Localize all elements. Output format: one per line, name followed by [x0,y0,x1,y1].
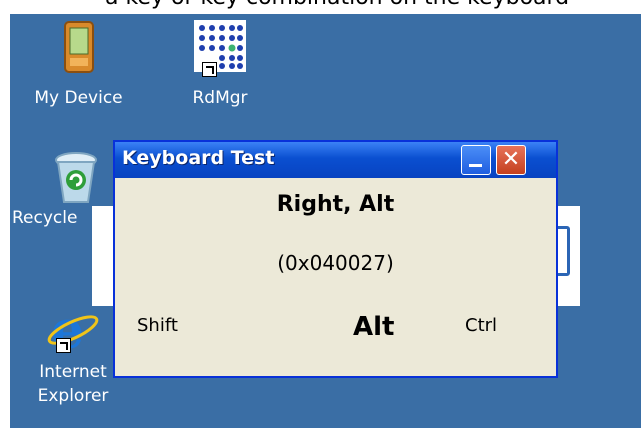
close-icon: ✕ [501,147,521,172]
top-cropped-text: a key or key combination on the keyboard [0,0,641,14]
desktop-icon-label: RdMgr [192,88,248,108]
pda-device-icon [63,21,94,73]
desktop-icon-internet-explorer[interactable]: e Internet Explorer [28,304,118,408]
alt-modifier-label: Alt [353,312,395,342]
internet-explorer-icon: e [47,304,99,354]
close-button[interactable]: ✕ [496,145,526,175]
pressed-key-code: (0x040027) [277,251,394,275]
shift-modifier-label: Shift [137,315,178,336]
shortcut-arrow-icon [202,62,217,77]
keyboard-test-window[interactable]: Keyboard Test ✕ Right, Alt (0x040027) Sh… [113,140,558,378]
minimize-button[interactable] [461,145,491,175]
ctrl-modifier-label: Ctrl [465,315,498,336]
desktop-icon-my-device[interactable]: My Device [21,20,136,110]
desktop-icon-label: Internet Explorer [37,362,109,406]
pressed-key-name: Right, Alt [276,192,395,217]
desktop: My Device RdMgr Recycle e Internet Explo… [10,14,641,428]
cropped-caption: a key or key combination on the keyboard [105,0,569,10]
shortcut-arrow-icon [56,338,71,353]
desktop-icon-label: My Device [34,88,123,108]
desktop-icon-rdmgr[interactable]: RdMgr [180,20,260,110]
recycle-bin-icon [55,152,97,203]
window-title: Keyboard Test [122,147,275,169]
title-bar[interactable]: Keyboard Test ✕ [115,142,556,178]
